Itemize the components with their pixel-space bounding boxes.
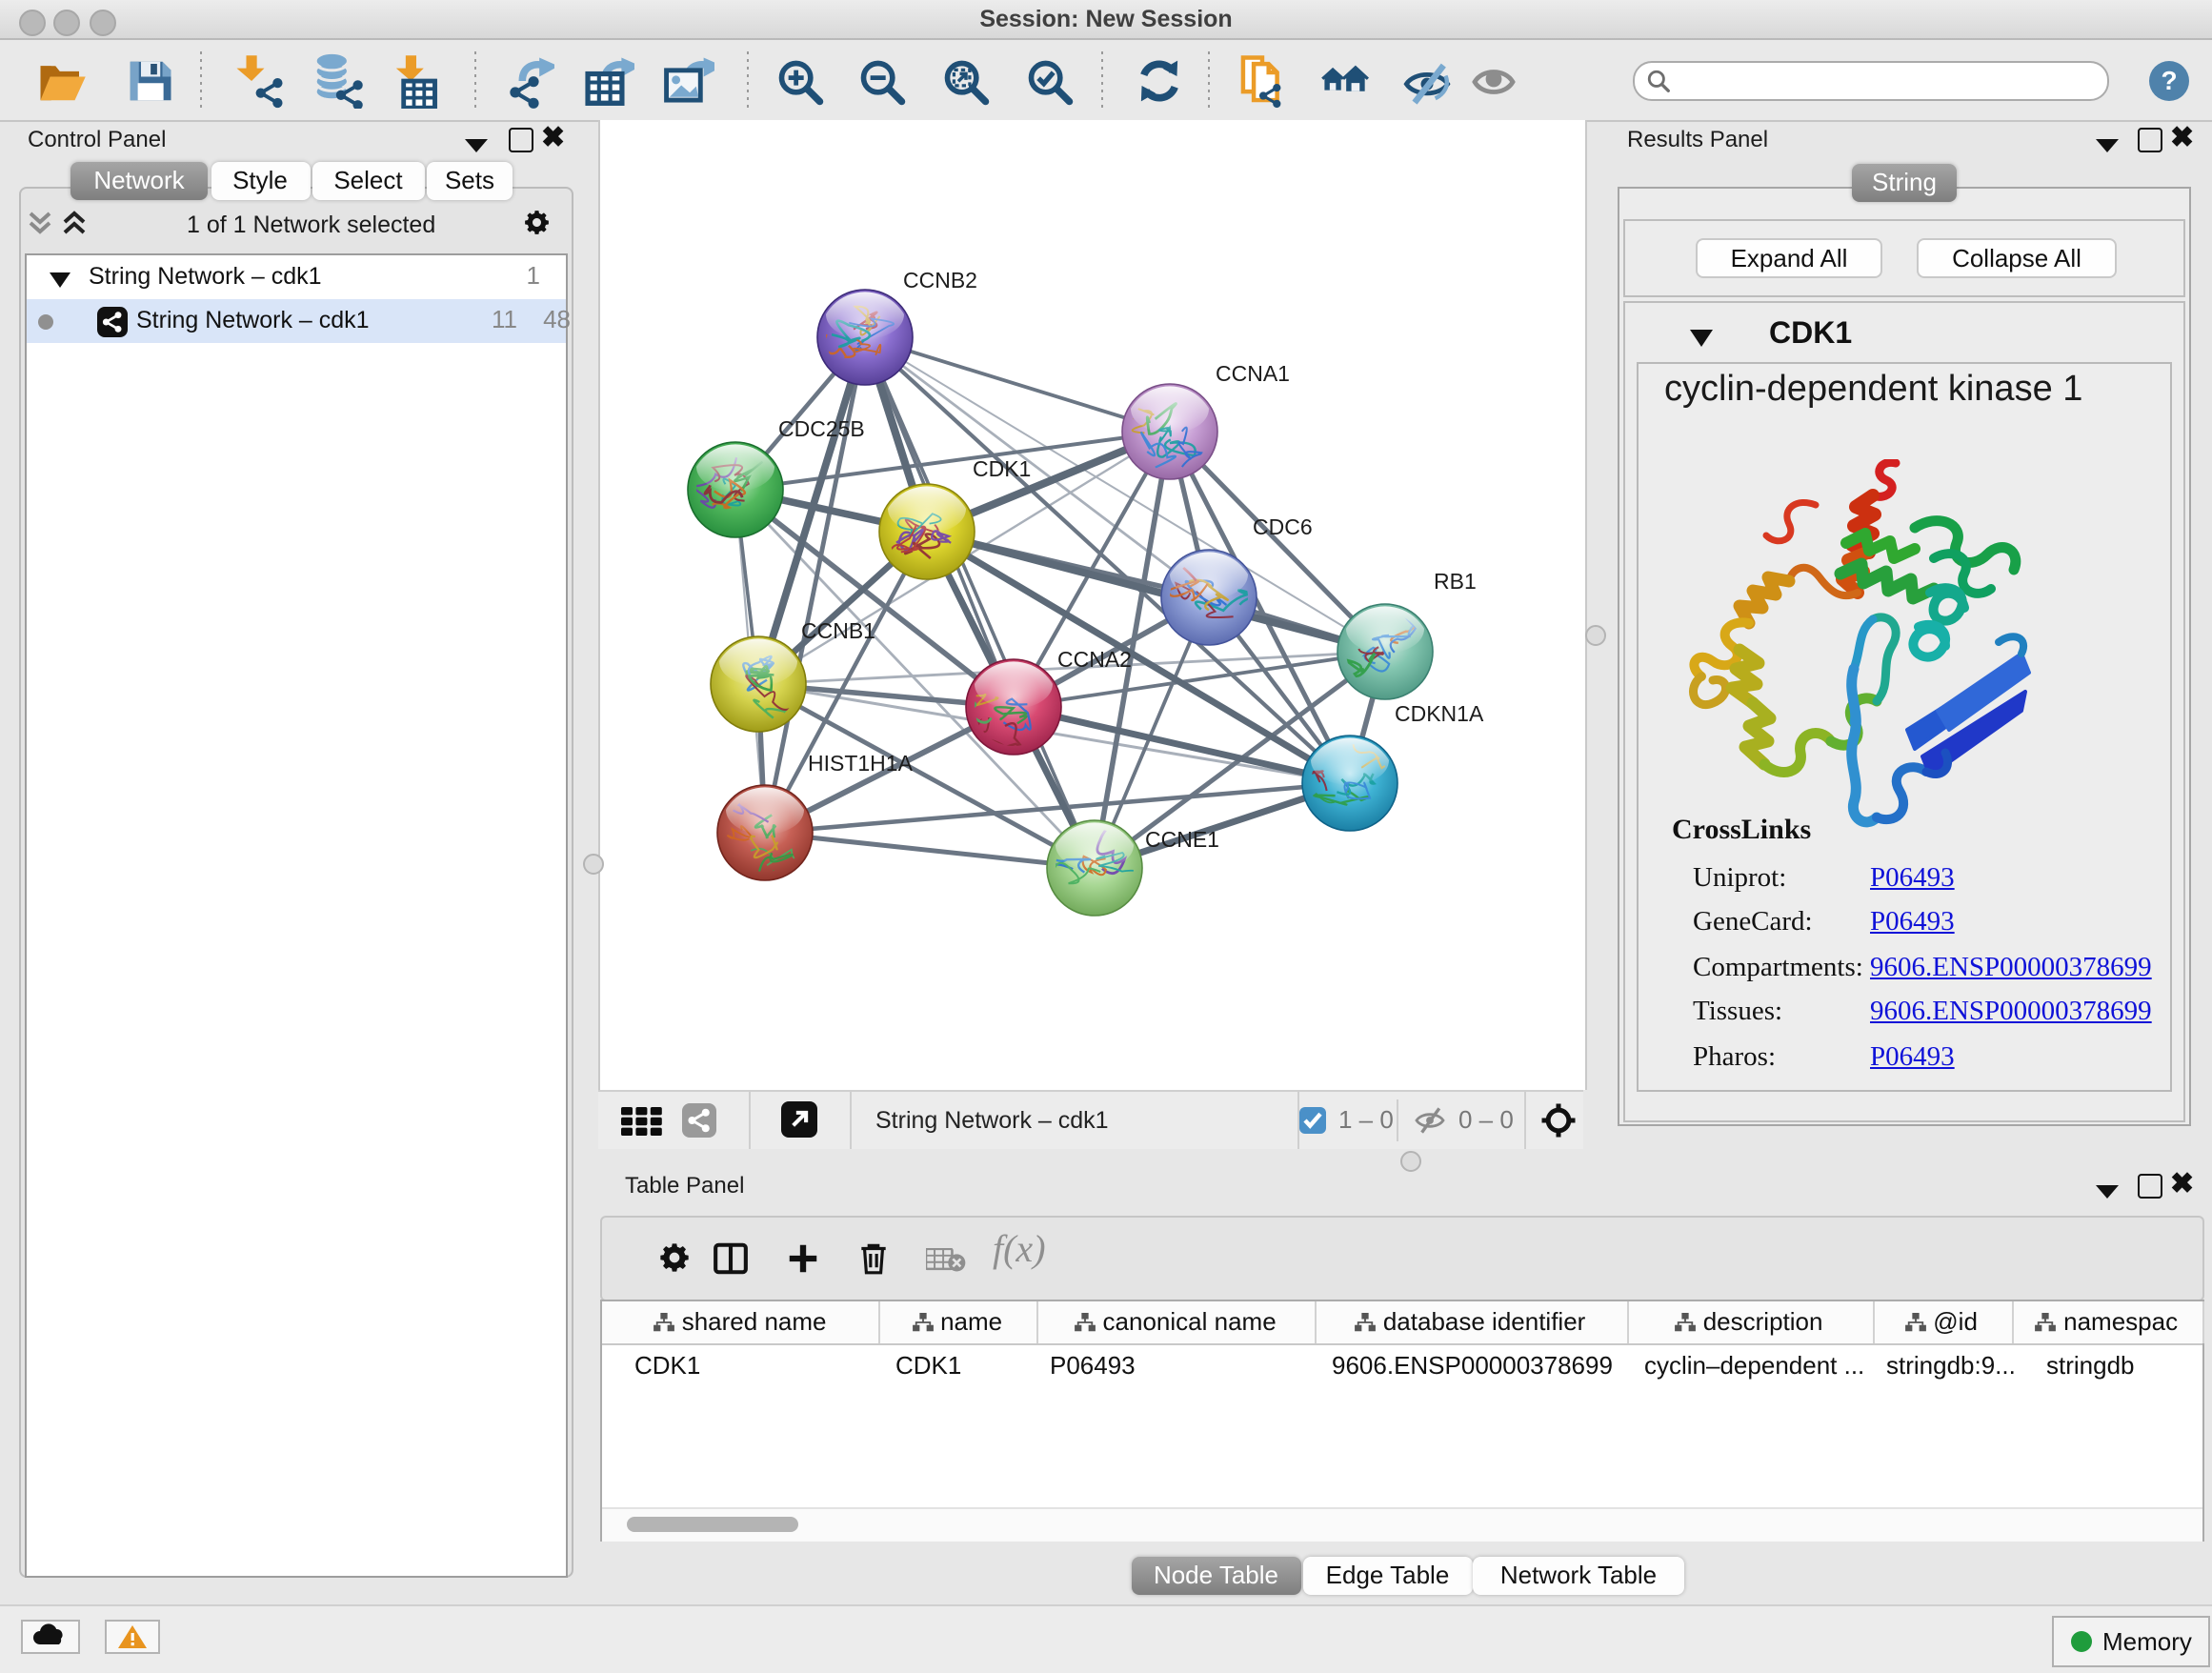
svg-text:CDK1: CDK1: [972, 456, 1030, 481]
svg-text:HIST1H1A: HIST1H1A: [807, 751, 913, 776]
svg-text:CCNA2: CCNA2: [1056, 647, 1131, 672]
svg-text:CCNB2: CCNB2: [902, 268, 976, 292]
svg-text:CDKN1A: CDKN1A: [1394, 701, 1483, 726]
svg-text:CCNA1: CCNA1: [1215, 361, 1289, 386]
svg-text:CCNB1: CCNB1: [800, 618, 875, 643]
svg-text:RB1: RB1: [1433, 569, 1476, 594]
svg-text:CDC25B: CDC25B: [777, 416, 864, 441]
svg-text:CCNE1: CCNE1: [1144, 827, 1218, 852]
svg-text:CDC6: CDC6: [1252, 514, 1312, 539]
